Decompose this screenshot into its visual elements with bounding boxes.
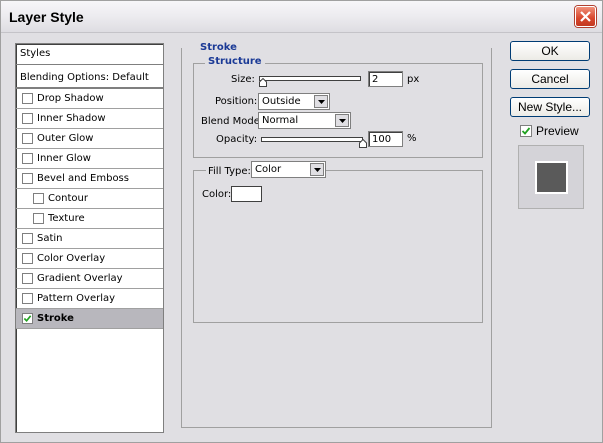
style-item-outer-glow[interactable]: Outer Glow xyxy=(16,129,163,149)
preview-label: Preview xyxy=(536,124,579,138)
style-item-drop-shadow[interactable]: Drop Shadow xyxy=(16,89,163,109)
style-item-label: Inner Shadow xyxy=(37,113,106,124)
structure-heading: Structure xyxy=(205,56,265,67)
preview-checkbox-box[interactable] xyxy=(520,125,532,137)
checkmark-icon xyxy=(521,127,531,135)
style-checkbox[interactable] xyxy=(22,273,33,284)
blend-mode-select[interactable]: Normal xyxy=(258,112,351,129)
dialog-client-area: Styles Blending Options: Default Drop Sh… xyxy=(2,34,602,442)
style-item-label: Bevel and Emboss xyxy=(37,173,129,184)
blend-mode-value: Normal xyxy=(262,115,299,126)
close-button[interactable] xyxy=(575,6,596,27)
size-input[interactable]: 2 xyxy=(368,71,403,87)
fill-type-value: Color xyxy=(255,164,282,175)
styles-header[interactable]: Styles xyxy=(16,44,163,65)
style-item-pattern-overlay[interactable]: Pattern Overlay xyxy=(16,289,163,309)
style-item-label: Contour xyxy=(48,193,88,204)
style-item-label: Drop Shadow xyxy=(37,93,104,104)
style-checkbox[interactable] xyxy=(33,213,44,224)
size-slider-thumb[interactable] xyxy=(259,78,267,87)
style-checkbox[interactable] xyxy=(22,93,33,104)
style-checkbox[interactable] xyxy=(22,173,33,184)
style-item-label: Pattern Overlay xyxy=(37,293,116,304)
chevron-down-icon xyxy=(335,114,349,127)
blend-mode-label: Blend Mode: xyxy=(201,116,264,127)
style-checkbox[interactable] xyxy=(22,233,33,244)
opacity-unit: % xyxy=(407,133,417,144)
position-label: Position: xyxy=(215,96,258,107)
style-checkbox[interactable] xyxy=(22,313,33,324)
style-checkbox[interactable] xyxy=(22,153,33,164)
style-item-label: Stroke xyxy=(37,313,74,324)
size-unit: px xyxy=(407,74,420,85)
title-bar[interactable]: Layer Style xyxy=(1,1,602,33)
close-icon xyxy=(580,11,591,22)
stroke-heading: Stroke xyxy=(197,42,240,53)
checkmark-icon xyxy=(23,315,32,322)
window-title: Layer Style xyxy=(9,9,84,25)
style-item-label: Texture xyxy=(48,213,85,224)
blending-options-item[interactable]: Blending Options: Default xyxy=(16,67,163,89)
style-item-label: Satin xyxy=(37,233,63,244)
style-checkbox[interactable] xyxy=(22,293,33,304)
layer-style-dialog: Layer Style Styles Blending Options: Def… xyxy=(0,0,603,443)
style-checkbox[interactable] xyxy=(22,133,33,144)
preview-swatch xyxy=(535,161,568,194)
opacity-label: Opacity: xyxy=(216,134,258,145)
style-item-contour[interactable]: Contour xyxy=(16,189,163,209)
position-value: Outside xyxy=(262,96,301,107)
style-item-gradient-overlay[interactable]: Gradient Overlay xyxy=(16,269,163,289)
new-style-button[interactable]: New Style... xyxy=(510,97,590,117)
fill-type-select[interactable]: Color xyxy=(251,161,326,178)
opacity-slider[interactable] xyxy=(261,137,363,142)
stroke-color-swatch[interactable] xyxy=(231,186,262,202)
style-item-color-overlay[interactable]: Color Overlay xyxy=(16,249,163,269)
cancel-button[interactable]: Cancel xyxy=(510,69,590,89)
style-item-bevel-and-emboss[interactable]: Bevel and Emboss xyxy=(16,169,163,189)
style-checkbox[interactable] xyxy=(33,193,44,204)
color-label: Color: xyxy=(202,189,232,200)
opacity-slider-thumb[interactable] xyxy=(359,139,367,148)
size-slider[interactable] xyxy=(259,76,361,81)
style-item-inner-glow[interactable]: Inner Glow xyxy=(16,149,163,169)
position-select[interactable]: Outside xyxy=(258,93,330,110)
style-item-label: Inner Glow xyxy=(37,153,91,164)
style-item-label: Color Overlay xyxy=(37,253,106,264)
ok-button[interactable]: OK xyxy=(510,41,590,61)
preview-checkbox[interactable]: Preview xyxy=(520,124,579,138)
style-items: Drop Shadow Inner Shadow Outer Glow Inner G… xyxy=(16,89,163,329)
style-item-satin[interactable]: Satin xyxy=(16,229,163,249)
style-checkbox[interactable] xyxy=(22,113,33,124)
style-item-label: Outer Glow xyxy=(37,133,94,144)
styles-list: Styles Blending Options: Default Drop Sh… xyxy=(15,43,164,433)
style-checkbox[interactable] xyxy=(22,253,33,264)
style-item-stroke[interactable]: Stroke xyxy=(16,309,163,329)
opacity-input[interactable]: 100 xyxy=(368,131,403,147)
size-label: Size: xyxy=(231,74,255,85)
style-item-texture[interactable]: Texture xyxy=(16,209,163,229)
fill-type-label: Fill Type: xyxy=(206,166,253,177)
style-item-inner-shadow[interactable]: Inner Shadow xyxy=(16,109,163,129)
chevron-down-icon xyxy=(310,163,324,176)
style-item-label: Gradient Overlay xyxy=(37,273,123,284)
preview-area xyxy=(518,145,584,209)
chevron-down-icon xyxy=(314,95,328,108)
